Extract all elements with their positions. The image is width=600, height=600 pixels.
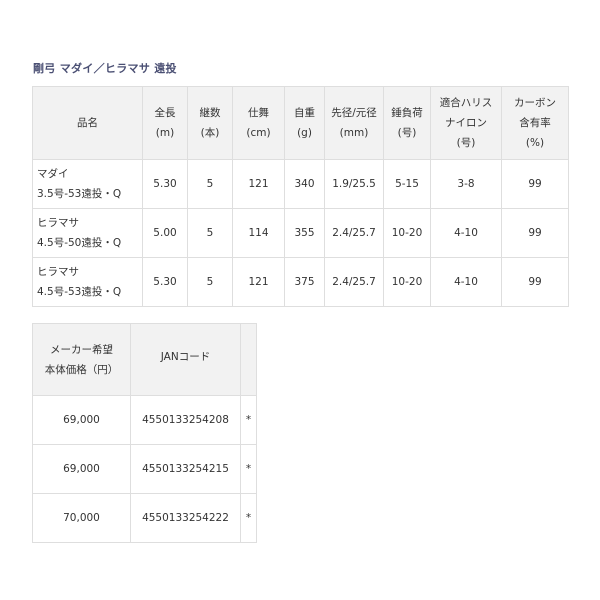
table-row: 69,000 4550133254208 * [32,395,257,445]
table-row: 69,000 4550133254215 * [32,444,257,494]
header-weight: 自重 (g) [284,86,325,160]
weight-cell: 375 [284,257,325,307]
mark-cell: * [240,395,257,445]
line-cell: 4-10 [430,208,502,258]
sections-cell: 5 [187,208,233,258]
line-cell: 4-10 [430,257,502,307]
jan-code-cell: 4550133254208 [130,395,241,445]
line-cell: 3-8 [430,159,502,209]
header-product-name: 品名 [32,86,143,160]
header-closed-length: 仕舞 (cm) [232,86,285,160]
price-cell: 69,000 [32,444,131,494]
mark-cell: * [240,493,257,543]
header-diameter: 先径/元径 (mm) [324,86,384,160]
jan-code-cell: 4550133254215 [130,444,241,494]
closed-length-cell: 121 [232,159,285,209]
length-cell: 5.30 [142,257,188,307]
carbon-cell: 99 [501,159,569,209]
diameter-cell: 2.4/25.7 [324,257,384,307]
header-price: メーカー希望 本体価格（円） [32,323,131,396]
header-length: 全長 (m) [142,86,188,160]
header-line: 適合ハリス ナイロン (号) [430,86,502,160]
header-carbon: カーボン 含有率 (%) [501,86,569,160]
mark-cell: * [240,444,257,494]
length-cell: 5.00 [142,208,188,258]
price-cell: 69,000 [32,395,131,445]
table-row: ヒラマサ 4.5号-50遠投・Q 5.00 5 114 355 2.4/25.7 … [32,208,569,258]
header-mark [240,323,257,396]
header-jan-code: JANコード [130,323,241,396]
sinker-cell: 10-20 [383,257,431,307]
diameter-cell: 2.4/25.7 [324,208,384,258]
price-table: メーカー希望 本体価格（円） JANコード 69,000 455013325420… [32,323,257,543]
header-sections: 継数 (本) [187,86,233,160]
product-name-cell: ヒラマサ 4.5号-50遠投・Q [32,208,143,258]
sections-cell: 5 [187,159,233,209]
table-row: マダイ 3.5号-53遠投・Q 5.30 5 121 340 1.9/25.5 5… [32,159,569,209]
length-cell: 5.30 [142,159,188,209]
table-row: 70,000 4550133254222 * [32,493,257,543]
weight-cell: 340 [284,159,325,209]
diameter-cell: 1.9/25.5 [324,159,384,209]
weight-cell: 355 [284,208,325,258]
sinker-cell: 10-20 [383,208,431,258]
page-title: 剛弓 マダイ／ヒラマサ 遠投 [33,62,177,75]
spec-table: 品名 全長 (m) 継数 (本) 仕舞 (cm) 自重 (g) 先径/元径 (mm) 錘負… [32,86,569,307]
closed-length-cell: 121 [232,257,285,307]
closed-length-cell: 114 [232,208,285,258]
price-header-row: メーカー希望 本体価格（円） JANコード [32,323,257,396]
price-cell: 70,000 [32,493,131,543]
sections-cell: 5 [187,257,233,307]
product-name-cell: マダイ 3.5号-53遠投・Q [32,159,143,209]
table-row: ヒラマサ 4.5号-53遠投・Q 5.30 5 121 375 2.4/25.7 … [32,257,569,307]
jan-code-cell: 4550133254222 [130,493,241,543]
product-name-cell: ヒラマサ 4.5号-53遠投・Q [32,257,143,307]
carbon-cell: 99 [501,208,569,258]
sinker-cell: 5-15 [383,159,431,209]
carbon-cell: 99 [501,257,569,307]
spec-header-row: 品名 全長 (m) 継数 (本) 仕舞 (cm) 自重 (g) 先径/元径 (mm) 錘負… [32,86,569,160]
header-sinker: 錘負荷 (号) [383,86,431,160]
